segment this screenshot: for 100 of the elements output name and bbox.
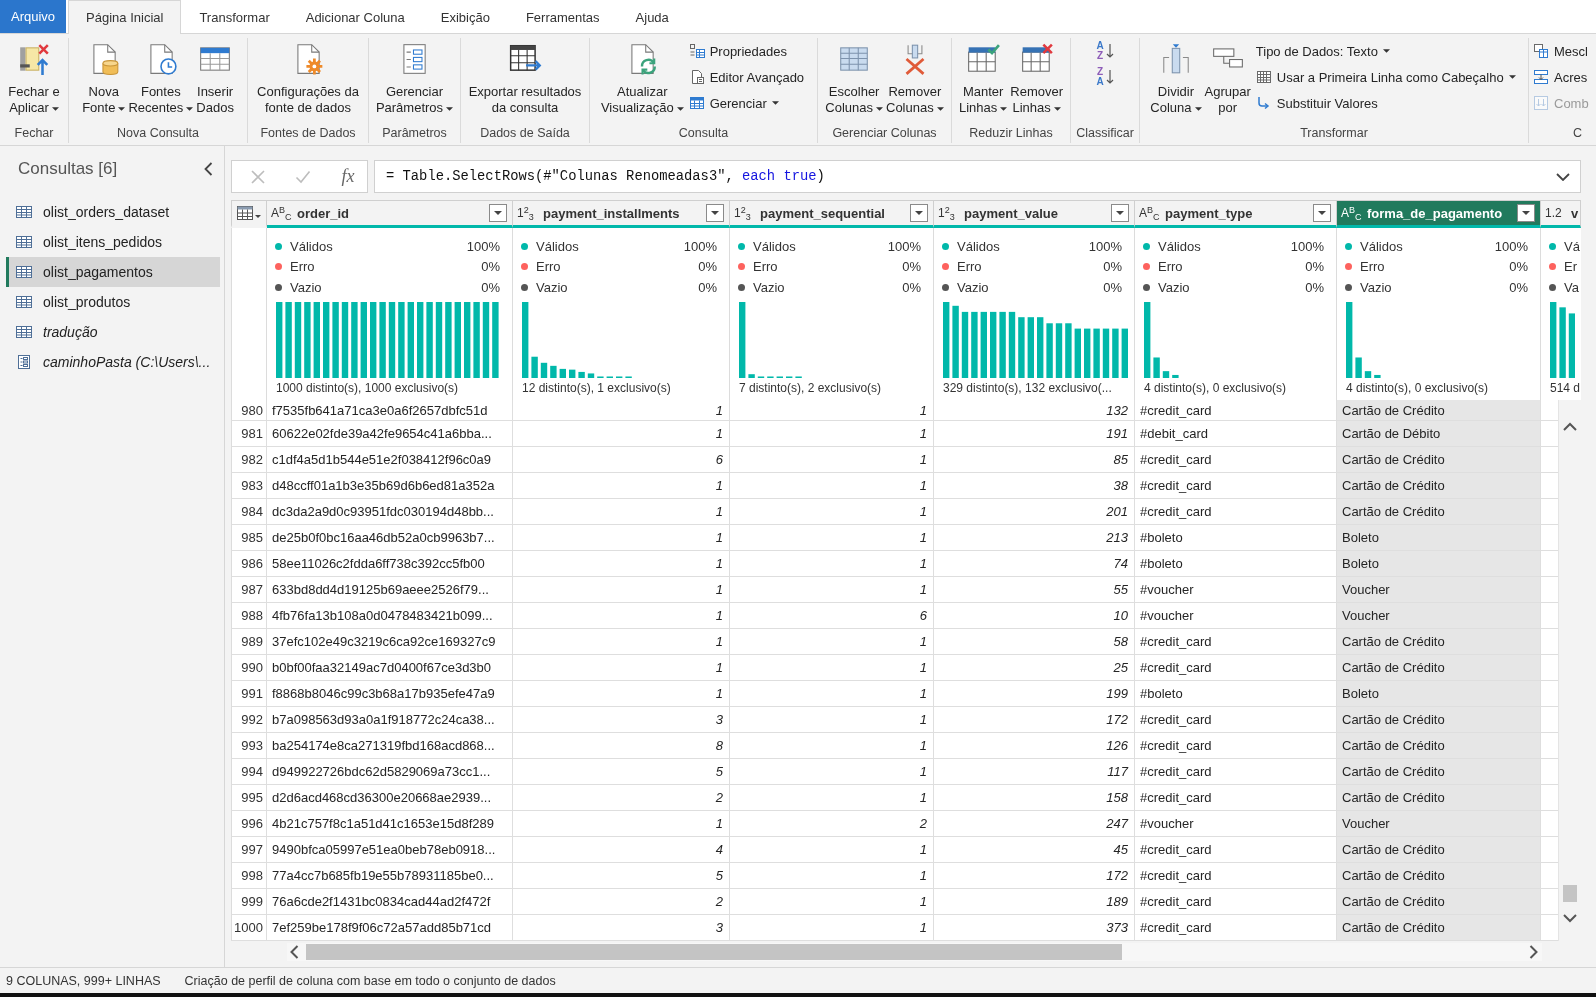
ribbon-button[interactable]: Exportar resultados da consulta bbox=[467, 38, 583, 116]
group-label: Fontes de Dados bbox=[260, 126, 356, 140]
ribbon-small-button[interactable]: Tipo de Dados: Texto bbox=[1252, 38, 1393, 64]
table-cell: 37efc102e49c3219c6ca92ce169327c9 bbox=[267, 629, 513, 655]
ribbon-button[interactable]: Configurações da fonte de dados bbox=[256, 38, 360, 116]
table-cell: 1 bbox=[730, 525, 934, 551]
table-cell: Cartão de Crédito bbox=[1337, 915, 1541, 941]
query-item[interactable]: caminhoPasta (C:\Users\... bbox=[6, 347, 220, 377]
ribbon-tab[interactable]: Página Inicial bbox=[68, 0, 182, 34]
stat-label: Erro bbox=[957, 259, 983, 275]
query-item[interactable]: olist_orders_dataset bbox=[6, 197, 220, 227]
stat-label: Erro bbox=[1360, 259, 1386, 275]
table-icon bbox=[237, 206, 253, 220]
scrollbar-thumb[interactable] bbox=[1563, 885, 1577, 902]
table-cell: 45 bbox=[934, 837, 1135, 863]
ribbon-small-button[interactable]: Editor Avançado bbox=[685, 64, 808, 90]
filter-dropdown-button[interactable] bbox=[1111, 204, 1129, 222]
profiling-mode-text[interactable]: Criação de perfil de coluna com base em todo o conjunto de dados bbox=[184, 973, 556, 988]
stat-label: Válidos bbox=[536, 238, 580, 254]
ribbon-button[interactable]: Fontes Recentes bbox=[127, 38, 195, 116]
table-cell: Cartão de Crédito bbox=[1337, 629, 1541, 655]
check-icon bbox=[295, 168, 311, 185]
table-cell: 1 bbox=[513, 400, 730, 421]
ribbon-small-button[interactable]: Propriedades bbox=[685, 38, 790, 64]
horizontal-scrollbar[interactable] bbox=[287, 943, 1542, 961]
filter-dropdown-button[interactable] bbox=[1517, 204, 1535, 222]
ribbon-button[interactable]: Fechar e Aplicar bbox=[7, 38, 61, 116]
formula-field[interactable]: = Table.SelectRows(#"Colunas Renomeadas3", each true) bbox=[374, 160, 1581, 193]
stat-value: 100% bbox=[466, 238, 500, 254]
column-header[interactable]: 1.2 v bbox=[1541, 200, 1581, 228]
table-cell: 8 bbox=[513, 733, 730, 759]
stat-label: Erro bbox=[536, 259, 562, 275]
table-cell: Cartão de Crédito bbox=[1337, 447, 1541, 473]
ribbon-tab[interactable]: Ajuda bbox=[617, 0, 687, 33]
caret-icon bbox=[711, 211, 719, 215]
ribbon-button[interactable]: Dividir Coluna bbox=[1149, 38, 1203, 116]
column-header[interactable]: 1$^{2}$$_{3}$ payment_sequential bbox=[730, 200, 934, 228]
ribbon-small-button[interactable]: Acres bbox=[1530, 64, 1591, 90]
table-cell: 5 bbox=[513, 863, 730, 889]
ribbon-button[interactable]: Nova Fonte bbox=[81, 38, 127, 116]
query-item[interactable]: olist_itens_pedidos bbox=[6, 227, 220, 257]
distinct-count-text: 7 distinto(s), 2 exclusivo(s) bbox=[739, 380, 883, 396]
table-cell: 1 bbox=[730, 499, 934, 525]
ribbon-button[interactable]: Gerenciar Parâmetros bbox=[374, 38, 455, 116]
insert-function-button[interactable]: fx bbox=[330, 162, 366, 191]
chevron-left-icon[interactable] bbox=[290, 945, 299, 959]
caret-icon bbox=[1522, 211, 1530, 215]
ribbon-button[interactable]: Atualizar Visualização bbox=[599, 38, 685, 116]
sort-button[interactable]: A Z bbox=[1090, 38, 1120, 64]
expand-button[interactable] bbox=[1556, 172, 1570, 181]
row-number: 988 bbox=[231, 603, 267, 629]
ribbon-button[interactable]: Agrupar por bbox=[1203, 38, 1252, 116]
sort-button[interactable]: Z A bbox=[1090, 64, 1120, 90]
stat-label: Erro bbox=[290, 259, 316, 275]
table-cell: 1 bbox=[730, 733, 934, 759]
table-cell: f8868b8046c99c3b68a17b935efe47a9 bbox=[267, 681, 513, 707]
table-cell: 3 bbox=[513, 915, 730, 941]
caret-icon bbox=[494, 211, 502, 215]
ribbon-button[interactable]: Manter Linhas bbox=[957, 38, 1009, 116]
column-name: order_id bbox=[297, 205, 350, 221]
chevron-up-icon[interactable] bbox=[1563, 422, 1577, 431]
ribbon-button[interactable]: Remover Linhas bbox=[1009, 38, 1065, 116]
ribbon-button[interactable]: Escolher Colunas bbox=[824, 38, 884, 116]
collapse-button[interactable] bbox=[204, 162, 213, 176]
type-icon[interactable]: 1.2 bbox=[1545, 206, 1571, 220]
stat-value: 0% bbox=[481, 279, 500, 295]
filter-dropdown-button[interactable] bbox=[706, 204, 724, 222]
ribbon-tab[interactable]: Exibição bbox=[422, 0, 508, 33]
stat-label: Vazio bbox=[536, 279, 569, 295]
filter-dropdown-button[interactable] bbox=[489, 204, 507, 222]
query-item[interactable]: olist_pagamentos bbox=[6, 257, 220, 287]
ribbon-button[interactable]: Remover Colunas bbox=[885, 38, 945, 116]
table-cell: Boleto bbox=[1337, 681, 1541, 707]
column-header[interactable]: A$^{B}$$_{C}$ payment_type bbox=[1135, 200, 1337, 228]
stat-label: Vazio bbox=[753, 279, 786, 295]
table-cell: Cartão de Crédito bbox=[1337, 889, 1541, 915]
ribbon-small-button[interactable]: Gerenciar bbox=[685, 90, 782, 116]
table-menu-button[interactable] bbox=[231, 200, 267, 228]
file-tab[interactable]: Arquivo bbox=[0, 0, 67, 33]
ribbon-button[interactable]: Inserir Dados bbox=[195, 38, 235, 116]
caret-icon bbox=[915, 211, 923, 215]
ribbon-small-button[interactable]: Substituir Valores bbox=[1252, 90, 1381, 116]
column-header[interactable]: A$^{B}$$_{C}$ forma_de_pagamento bbox=[1337, 200, 1541, 228]
query-item[interactable]: olist_produtos bbox=[6, 287, 220, 317]
chevron-down-icon[interactable] bbox=[1563, 914, 1577, 923]
ribbon-tab[interactable]: Transformar bbox=[181, 0, 288, 33]
column-header[interactable]: 1$^{2}$$_{3}$ payment_value bbox=[934, 200, 1135, 228]
chevron-right-icon[interactable] bbox=[1529, 945, 1538, 959]
ribbon-small-button[interactable]: Usar a Primeira Linha como Cabeçalho bbox=[1252, 64, 1519, 90]
filter-dropdown-button[interactable] bbox=[910, 204, 928, 222]
ribbon-tab[interactable]: Adicionar Coluna bbox=[287, 0, 423, 33]
ribbon-tab[interactable]: Ferramentas bbox=[507, 0, 618, 33]
scrollbar-thumb[interactable] bbox=[306, 944, 1122, 960]
column-header[interactable]: A$^{B}$$_{C}$ order_id bbox=[267, 200, 513, 228]
ribbon-small-button[interactable]: Mescl bbox=[1530, 38, 1591, 64]
filter-dropdown-button[interactable] bbox=[1313, 204, 1331, 222]
query-item[interactable]: tradução bbox=[6, 317, 220, 347]
group-label: Consulta bbox=[678, 126, 729, 140]
stat-value: 0% bbox=[1103, 259, 1122, 275]
column-header[interactable]: 1$^{2}$$_{3}$ payment_installments bbox=[513, 200, 730, 228]
